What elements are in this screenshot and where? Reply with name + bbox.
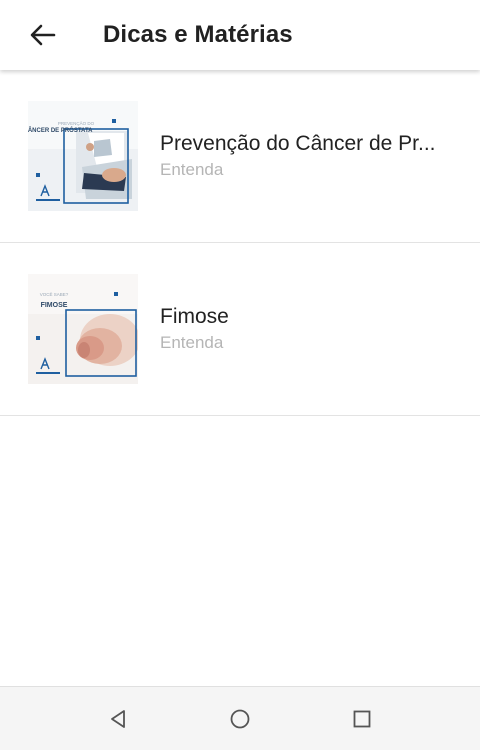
thumb-caption: PREVENÇÃO DO [58, 120, 95, 126]
page-title: Dicas e Matérias [103, 21, 293, 48]
back-button[interactable] [17, 9, 69, 61]
system-nav-bar [0, 686, 480, 750]
articles-list: PREVENÇÃO DO CÂNCER DE PRÓSTATA Prevençã… [0, 70, 480, 416]
item-title: Prevenção do Câncer de Pr... [160, 132, 436, 155]
item-title: Fimose [160, 305, 229, 328]
circle-home-icon [230, 709, 250, 728]
thumb-caption: VOCÊ SABE? [40, 290, 69, 297]
nav-recents-button[interactable] [332, 689, 392, 749]
arrow-left-icon [30, 24, 56, 46]
list-item-prevencao[interactable]: PREVENÇÃO DO CÂNCER DE PRÓSTATA Prevençã… [0, 70, 480, 243]
item-text: Fimose Entenda [160, 304, 460, 354]
nav-home-button[interactable] [210, 689, 270, 749]
triangle-back-icon [111, 709, 125, 728]
list-item-fimose[interactable]: VOCÊ SABE? FIMOSE Fimose Entenda [0, 243, 480, 416]
item-subtitle: Entenda [160, 333, 224, 352]
nav-back-button[interactable] [88, 689, 148, 749]
item-text: Prevenção do Câncer de Pr... Entenda [160, 131, 460, 181]
item-subtitle: Entenda [160, 160, 224, 179]
app-bar: Dicas e Matérias [0, 0, 480, 70]
thumb-heading: FIMOSE [41, 302, 68, 309]
thumb-heading: CÂNCER DE PRÓSTATA [28, 126, 93, 134]
article-thumbnail: PREVENÇÃO DO CÂNCER DE PRÓSTATA [28, 101, 138, 211]
article-thumbnail: VOCÊ SABE? FIMOSE [28, 274, 138, 384]
square-recents-icon [353, 710, 371, 727]
